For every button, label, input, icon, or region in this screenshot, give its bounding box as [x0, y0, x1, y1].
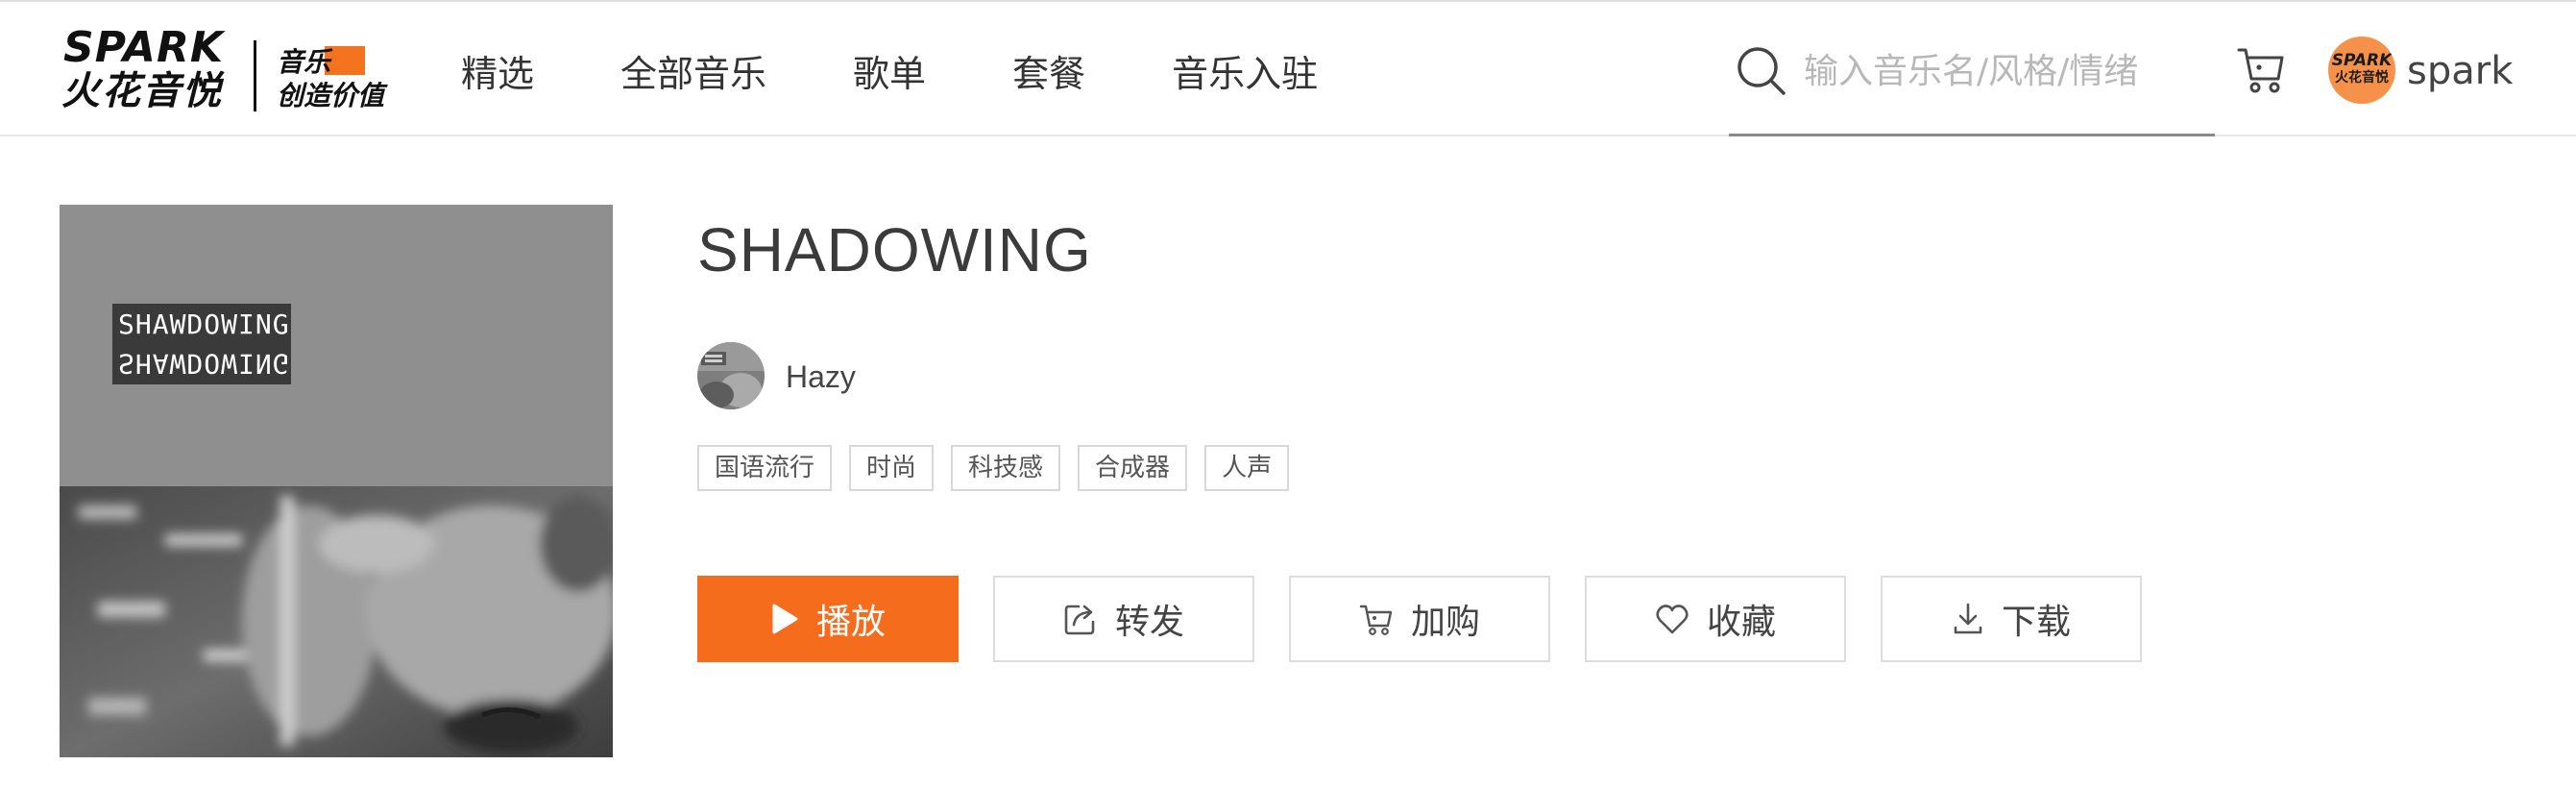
logo-divider: [254, 40, 256, 111]
heart-icon: [1656, 605, 1689, 634]
logo-slogan-line1: 音乐: [277, 46, 331, 78]
cart-icon: [1359, 605, 1393, 635]
favorite-button-label: 收藏: [1706, 603, 1776, 642]
avatar-text-line1: SPARK: [2331, 51, 2393, 70]
spark-logo[interactable]: SPARK 火花音悦 音乐 创造价值: [60, 27, 405, 115]
logo-slogan-line2: 创造价值: [277, 80, 385, 111]
cover-title-mirrored-text: SHAWDOWING: [118, 348, 290, 380]
logo-cn-name: 火花音悦: [61, 69, 223, 113]
tag-item[interactable]: 合成器: [1078, 445, 1188, 491]
cover-title-label: SHAWDOWING SHAWDOWING: [112, 304, 291, 384]
download-icon: [1954, 603, 1982, 634]
song-detail-page: SPARK 火花音悦 音乐 创造价值 精选 全部音乐 歌单 套餐 音乐入驻 输入…: [0, 0, 2576, 790]
user-avatar[interactable]: SPARK 火花音悦: [2328, 37, 2395, 104]
cover-title-text: SHAWDOWING: [118, 309, 290, 340]
tag-list: 国语流行 时尚 科技感 合成器 人声: [697, 445, 1306, 491]
main-nav: 精选 全部音乐 歌单 套餐 音乐入驻: [461, 2, 1404, 138]
share-button-label: 转发: [1114, 603, 1184, 642]
tag-item[interactable]: 国语流行: [697, 445, 833, 491]
play-icon: [772, 604, 798, 634]
tag-item[interactable]: 人声: [1204, 445, 1290, 491]
top-header: SPARK 火花音悦 音乐 创造价值 精选 全部音乐 歌单 套餐 音乐入驻 输入…: [0, 0, 2576, 136]
tag-item[interactable]: 时尚: [849, 445, 935, 491]
logo-wordmark: SPARK: [63, 23, 224, 72]
nav-item-playlists[interactable]: 歌单: [853, 44, 926, 97]
favorite-button[interactable]: 收藏: [1585, 576, 1846, 662]
play-button[interactable]: 播放: [697, 576, 959, 662]
search-bar: [1729, 31, 2215, 136]
nav-item-featured[interactable]: 精选: [461, 44, 534, 97]
action-buttons: 播放 转发 加购 收藏 下载: [697, 576, 2176, 662]
song-title: SHADOWING: [697, 215, 1092, 284]
add-to-cart-button-label: 加购: [1410, 603, 1480, 642]
nav-item-all-music[interactable]: 全部音乐: [620, 44, 766, 97]
share-icon: [1064, 605, 1095, 635]
nav-item-packages[interactable]: 套餐: [1012, 44, 1085, 97]
cart-icon[interactable]: [2236, 42, 2286, 96]
play-button-label: 播放: [815, 603, 886, 642]
tag-item[interactable]: 科技感: [951, 445, 1061, 491]
download-button-label: 下载: [2001, 603, 2071, 642]
share-button[interactable]: 转发: [993, 576, 1254, 662]
download-button[interactable]: 下载: [1881, 576, 2142, 662]
logo-orange-block: [325, 46, 365, 75]
search-input[interactable]: [1804, 44, 2198, 98]
artist-avatar[interactable]: [697, 342, 765, 409]
user-name[interactable]: spark: [2407, 44, 2513, 98]
add-to-cart-button[interactable]: 加购: [1289, 576, 1550, 662]
artist-name[interactable]: Hazy: [786, 356, 856, 398]
nav-item-join[interactable]: 音乐入驻: [1172, 44, 1318, 97]
search-icon[interactable]: [1735, 44, 1788, 98]
album-cover: SHAWDOWING SHAWDOWING: [60, 205, 613, 757]
cover-photo-art: [60, 486, 613, 757]
avatar-text-line2: 火花音悦: [2335, 70, 2389, 86]
